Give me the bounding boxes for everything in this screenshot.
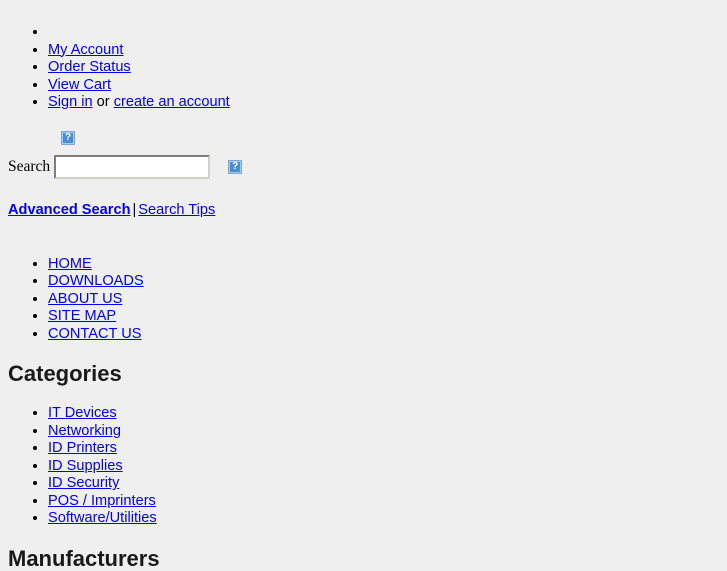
create-account-link[interactable]: create an account — [114, 94, 230, 110]
main-nav-item-about-us: ABOUT US — [48, 291, 719, 309]
category-item-id-security: ID Security — [48, 475, 719, 493]
main-nav-list: HOME DOWNLOADS ABOUT US SITE MAP CONTACT… — [8, 256, 719, 344]
nav-about-us-link[interactable]: ABOUT US — [48, 291, 122, 307]
search-submit-broken-image-icon[interactable] — [228, 159, 243, 174]
advanced-search-link[interactable]: Advanced Search — [8, 202, 130, 218]
account-nav-list: My Account Order Status View Cart Sign i… — [8, 24, 719, 112]
category-item-it-devices: IT Devices — [48, 405, 719, 423]
category-item-pos-imprinters: POS / Imprinters — [48, 493, 719, 511]
category-networking-link[interactable]: Networking — [48, 423, 121, 439]
search-input[interactable] — [54, 154, 211, 179]
nav-contact-us-link[interactable]: CONTACT US — [48, 326, 142, 342]
main-nav-item-contact-us: CONTACT US — [48, 326, 719, 344]
main-nav-item-downloads: DOWNLOADS — [48, 273, 719, 291]
category-software-utilities-link[interactable]: Software/Utilities — [48, 510, 157, 526]
category-id-printers-link[interactable]: ID Printers — [48, 440, 117, 456]
category-item-software-utilities: Software/Utilities — [48, 510, 719, 528]
categories-heading: Categories — [8, 361, 122, 386]
sign-in-link[interactable]: Sign in — [48, 94, 93, 110]
search-label: Search — [8, 157, 51, 175]
category-item-id-printers: ID Printers — [48, 440, 719, 458]
nav-home-link[interactable]: HOME — [48, 256, 92, 272]
category-it-devices-link[interactable]: IT Devices — [48, 405, 117, 421]
view-cart-link[interactable]: View Cart — [48, 77, 111, 93]
manufacturers-heading: Manufacturers — [8, 545, 160, 571]
order-status-link[interactable]: Order Status — [48, 59, 131, 75]
broken-image-icon[interactable] — [61, 130, 75, 145]
main-nav-item-site-map: SITE MAP — [48, 308, 719, 326]
account-nav-item-view-cart: View Cart — [48, 77, 719, 95]
category-pos-imprinters-link[interactable]: POS / Imprinters — [48, 493, 156, 509]
logo-row — [8, 128, 719, 148]
search-row: Search — [8, 154, 719, 180]
category-item-id-supplies: ID Supplies — [48, 458, 719, 476]
category-id-supplies-link[interactable]: ID Supplies — [48, 458, 123, 474]
account-nav-item-my-account: My Account — [48, 42, 719, 60]
nav-downloads-link[interactable]: DOWNLOADS — [48, 273, 144, 289]
advanced-search-row: Advanced Search | Search Tips — [8, 202, 719, 218]
category-id-security-link[interactable]: ID Security — [48, 475, 119, 491]
my-account-link[interactable]: My Account — [48, 42, 123, 58]
account-nav-item-signin: Sign in or create an account — [48, 94, 719, 112]
main-nav-item-home: HOME — [48, 256, 719, 274]
categories-list: IT Devices Networking ID Printers ID Sup… — [8, 405, 719, 528]
or-text: or — [92, 94, 114, 110]
account-nav-item-order-status: Order Status — [48, 59, 719, 77]
account-nav-item-empty — [48, 24, 719, 42]
search-tips-link[interactable]: Search Tips — [138, 202, 215, 218]
nav-site-map-link[interactable]: SITE MAP — [48, 308, 116, 324]
page-root: My Account Order Status View Cart Sign i… — [0, 0, 727, 570]
category-item-networking: Networking — [48, 423, 719, 441]
